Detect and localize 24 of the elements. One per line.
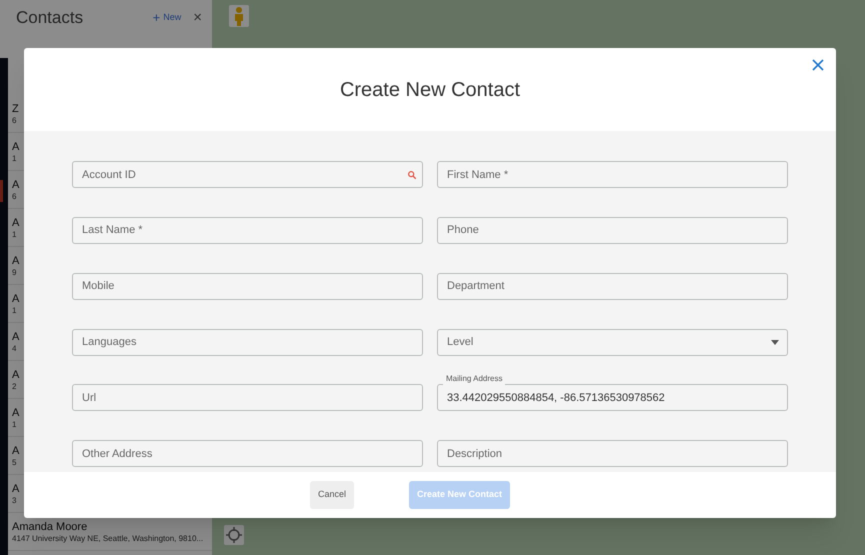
select-field[interactable]: Level <box>437 328 788 356</box>
input-field[interactable]: First Name * <box>437 161 788 188</box>
close-button[interactable] <box>812 59 824 71</box>
input-field[interactable]: Department <box>437 272 788 300</box>
input-field[interactable]: Phone <box>437 216 788 244</box>
input-field[interactable]: Description <box>437 440 788 468</box>
nav-indicator <box>0 180 3 202</box>
sidebar-title: Contacts <box>16 7 84 30</box>
cancel-button[interactable]: Cancel <box>310 481 354 509</box>
input-field[interactable]: Url <box>72 384 423 412</box>
search-field[interactable]: Account ID <box>72 161 423 188</box>
input-field[interactable]: Languages <box>72 328 423 356</box>
caret-icon <box>771 340 779 344</box>
input-field[interactable]: Mobile <box>72 272 423 300</box>
search-icon[interactable] <box>407 170 417 180</box>
close-button[interactable]: × <box>193 6 202 30</box>
input-field[interactable]: Last Name * <box>72 216 423 244</box>
mailing-address-field[interactable]: 33.442029550884854, -86.57136530978562 <box>437 384 788 412</box>
location-icon[interactable] <box>224 525 244 545</box>
new-button[interactable]: + New <box>152 8 182 28</box>
input-field[interactable]: Other Address <box>72 440 423 468</box>
close-icon <box>812 59 824 71</box>
field-label: Mailing Address <box>443 373 506 386</box>
dialog-title: Create New Contact <box>340 78 520 102</box>
